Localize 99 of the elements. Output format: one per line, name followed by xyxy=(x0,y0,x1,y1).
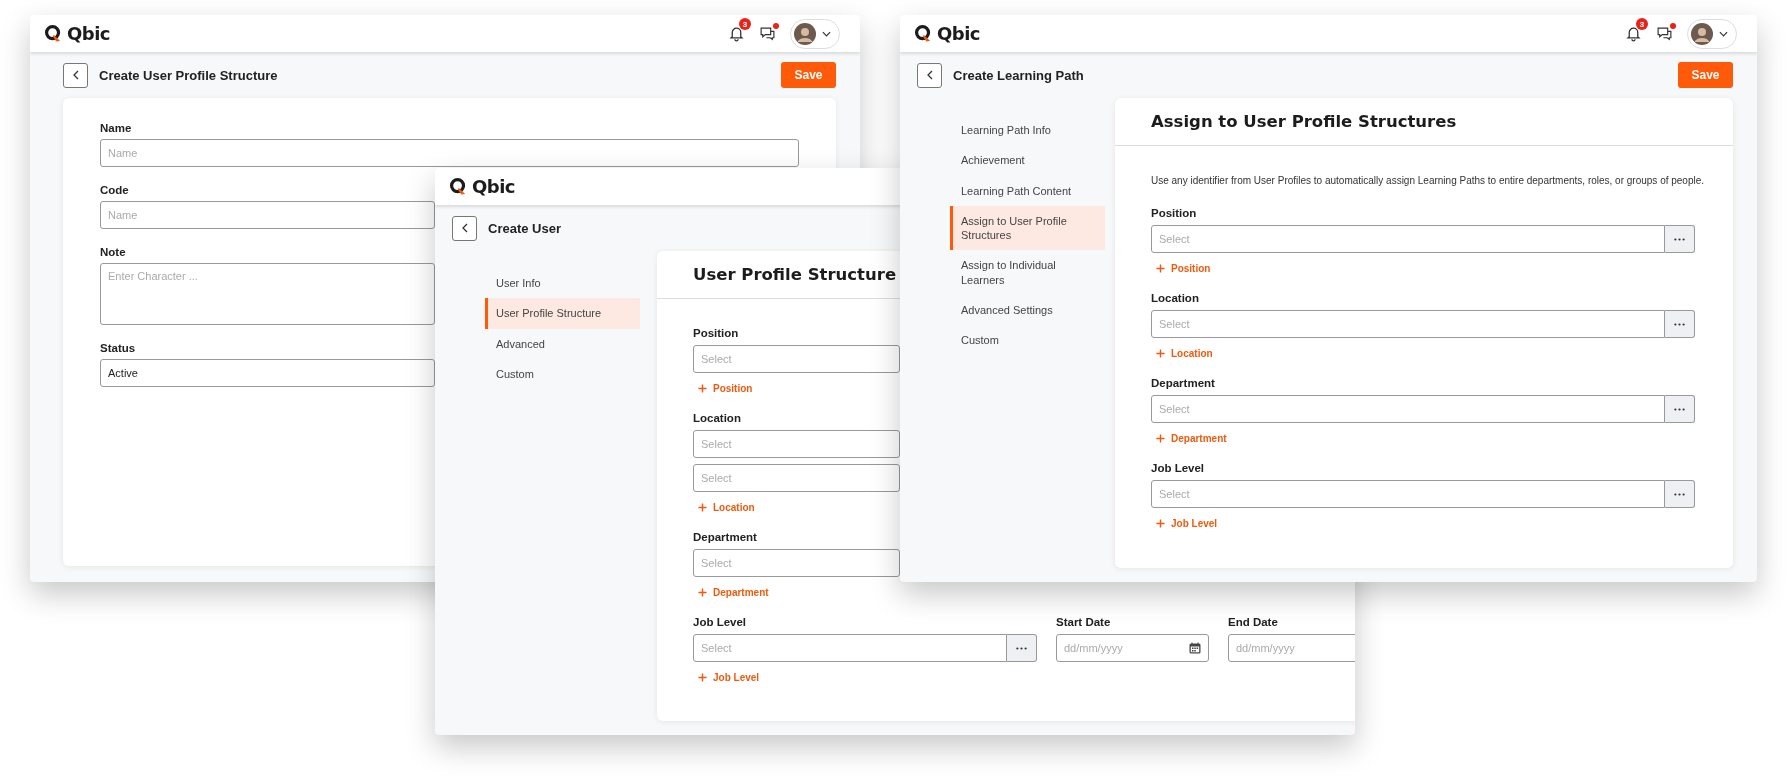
add-link[interactable]: Location xyxy=(1151,344,1218,363)
more-icon xyxy=(1674,407,1685,411)
field-label: Note xyxy=(100,246,126,258)
save-button[interactable]: Save xyxy=(781,62,836,88)
field-label: Location xyxy=(1151,292,1199,304)
more-button[interactable] xyxy=(1665,480,1695,508)
field-label: Position xyxy=(1151,207,1197,219)
add-link[interactable]: Position xyxy=(693,379,758,398)
nav-item[interactable]: Achievement xyxy=(950,145,1105,176)
more-icon xyxy=(1674,322,1685,326)
select-field[interactable]: Select xyxy=(1151,395,1665,423)
chat-icon[interactable] xyxy=(1656,25,1673,42)
field-label: Department xyxy=(1151,377,1215,389)
notification-badge: 3 xyxy=(1636,18,1648,30)
logo-icon xyxy=(44,24,63,43)
brand-name: Qbic xyxy=(67,23,111,44)
select-field[interactable]: Select xyxy=(1151,225,1665,253)
back-button[interactable] xyxy=(452,215,477,241)
nav-item[interactable]: Learning Path Content xyxy=(950,175,1105,206)
avatar-icon xyxy=(794,22,816,45)
select-field[interactable]: Select xyxy=(1151,310,1665,338)
select-field[interactable]: Select xyxy=(693,464,900,492)
field-label: Job Level xyxy=(693,616,747,628)
plus-icon xyxy=(1156,264,1165,273)
add-link[interactable]: Job Level xyxy=(693,668,765,687)
profile-menu[interactable] xyxy=(790,18,840,49)
more-icon xyxy=(1016,646,1027,650)
more-button[interactable] xyxy=(1665,225,1695,253)
date-field[interactable]: dd/mm/yyyy xyxy=(1056,634,1209,662)
chevron-left-icon xyxy=(926,70,933,80)
plus-icon xyxy=(698,503,707,512)
logo-icon xyxy=(449,177,468,196)
plus-icon xyxy=(1156,434,1165,443)
field-label: Job Level xyxy=(1151,462,1205,474)
more-icon xyxy=(1674,492,1685,496)
nav-item[interactable]: Assign to Individual Learners xyxy=(950,250,1105,296)
field-label: Code xyxy=(100,184,129,196)
section-heading: Assign to User Profile Structures xyxy=(1151,112,1457,131)
description-text: Use any identifier from User Profiles to automatically assign Learning Paths to entire departments, roles, or groups of people. xyxy=(1151,174,1705,187)
brand-name: Qbic xyxy=(472,176,516,197)
page-title: Create User Profile Structure xyxy=(99,67,278,83)
field-label: Position xyxy=(693,327,739,339)
add-link[interactable]: Department xyxy=(1151,429,1232,448)
plus-icon xyxy=(1156,349,1165,358)
calendar-icon xyxy=(1189,642,1201,654)
bell-icon[interactable] xyxy=(1625,25,1642,42)
nav-item[interactable]: Custom xyxy=(485,358,640,390)
logo-icon xyxy=(914,24,933,43)
chevron-down-icon xyxy=(822,30,831,37)
select-field[interactable]: Select xyxy=(693,634,1007,662)
back-button[interactable] xyxy=(917,62,942,88)
field-label: Name xyxy=(100,122,132,134)
page-title: Create User xyxy=(488,220,561,236)
nav-item[interactable]: Advanced xyxy=(485,328,640,359)
chevron-down-icon xyxy=(1719,30,1728,37)
more-button[interactable] xyxy=(1665,310,1695,338)
add-link[interactable]: Position xyxy=(1151,259,1216,278)
select-field[interactable]: Select xyxy=(693,549,900,577)
add-link[interactable]: Job Level xyxy=(1151,514,1223,533)
add-link[interactable]: Location xyxy=(693,498,760,517)
input-field[interactable]: Name xyxy=(100,139,799,167)
brand-name: Qbic xyxy=(937,23,981,44)
bell-icon[interactable] xyxy=(728,25,745,42)
plus-icon xyxy=(698,384,707,393)
nav-item[interactable]: User Profile Structure xyxy=(485,298,640,329)
page-title: Create Learning Path xyxy=(953,67,1084,83)
nav-item[interactable]: User Info xyxy=(485,268,640,299)
chevron-left-icon xyxy=(72,70,79,80)
avatar-icon xyxy=(1691,22,1713,45)
field-label: Location xyxy=(693,412,741,424)
more-button[interactable] xyxy=(1007,634,1037,662)
input-field[interactable]: Name xyxy=(100,201,435,229)
notification-badge: 3 xyxy=(739,18,751,30)
chat-icon[interactable] xyxy=(759,25,776,42)
plus-icon xyxy=(1156,519,1165,528)
field-label: Status xyxy=(100,342,136,354)
note-field[interactable]: Enter Character ... xyxy=(100,263,435,325)
date-field[interactable]: dd/mm/yyyy xyxy=(1228,634,1355,662)
select-field[interactable]: Select xyxy=(693,430,900,458)
nav-item[interactable]: Learning Path Info xyxy=(950,115,1105,146)
back-button[interactable] xyxy=(63,62,88,88)
add-link[interactable]: Department xyxy=(693,583,774,602)
nav-item[interactable]: Custom xyxy=(950,325,1105,356)
more-icon xyxy=(1674,237,1685,241)
field-label: End Date xyxy=(1228,616,1278,628)
section-heading: User Profile Structure xyxy=(693,265,897,284)
more-button[interactable] xyxy=(1665,395,1695,423)
profile-menu[interactable] xyxy=(1687,18,1737,49)
plus-icon xyxy=(698,673,707,682)
chevron-left-icon xyxy=(461,223,468,233)
nav-item[interactable]: Advanced Settings xyxy=(950,295,1105,326)
field-label: Start Date xyxy=(1056,616,1111,628)
plus-icon xyxy=(698,588,707,597)
status-select[interactable]: Active xyxy=(100,359,435,387)
field-label: Department xyxy=(693,531,757,543)
select-field[interactable]: Select xyxy=(1151,480,1665,508)
nav-item[interactable]: Assign to User Profile Structures xyxy=(950,205,1105,251)
save-button[interactable]: Save xyxy=(1678,62,1733,88)
select-field[interactable]: Select xyxy=(693,345,900,373)
